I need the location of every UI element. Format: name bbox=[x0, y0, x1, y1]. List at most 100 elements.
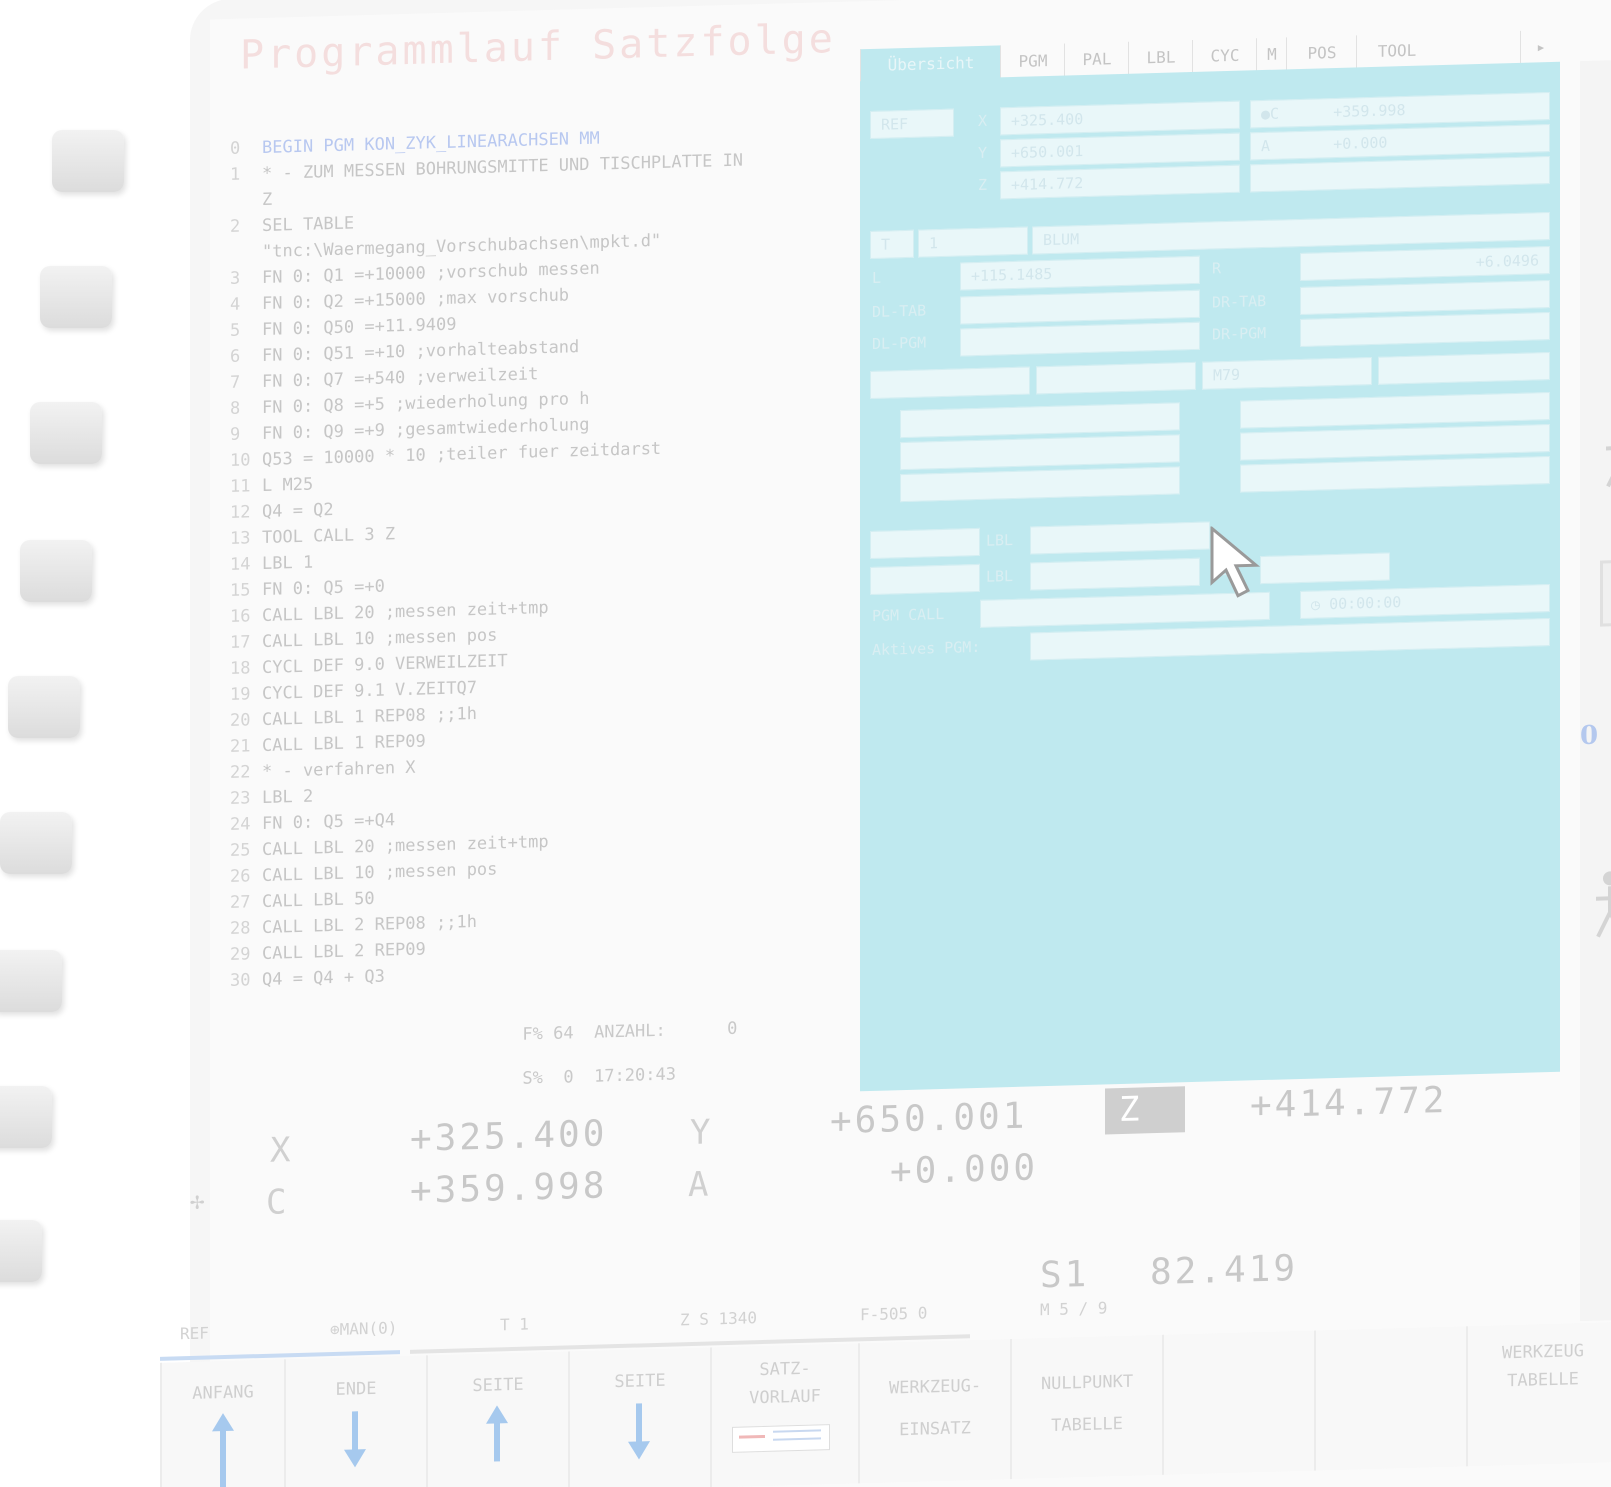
line-number: 21 bbox=[230, 736, 251, 757]
tab-lbl[interactable]: LBL bbox=[1128, 39, 1193, 76]
program-line[interactable]: 3 FN 0: Q1 =+10000 ;vorschub messen bbox=[230, 259, 600, 289]
program-line[interactable]: 7 FN 0: Q7 =+540 ;verweilzeit bbox=[230, 364, 538, 393]
line-number: 11 bbox=[230, 476, 251, 497]
softkey-satzvorlauf[interactable]: SATZ- VORLAUF bbox=[710, 1343, 858, 1487]
hardware-key-2[interactable] bbox=[40, 266, 112, 328]
program-line[interactable]: 12 Q4 = Q2 bbox=[230, 500, 334, 523]
softkey-anfang[interactable]: ANFANG bbox=[160, 1359, 284, 1487]
program-line[interactable]: 9 FN 0: Q9 =+9 ;gesamtwiederholung bbox=[230, 415, 590, 445]
tab-tool[interactable]: TOOL bbox=[1356, 33, 1437, 70]
pos-x-value: +325.400 bbox=[410, 1113, 608, 1160]
hardware-key-8[interactable] bbox=[0, 1086, 52, 1148]
active-pgm-value bbox=[1030, 618, 1550, 661]
program-line[interactable]: 5 FN 0: Q50 =+11.9409 bbox=[230, 315, 456, 341]
line-text: L M25 bbox=[262, 474, 314, 496]
tab-m[interactable]: M bbox=[1256, 37, 1287, 73]
tab-pgm[interactable]: PGM bbox=[1000, 43, 1065, 80]
softkey-werkzeug-einsatz[interactable]: WERKZEUG- EINSATZ bbox=[858, 1339, 1010, 1484]
line-number: 30 bbox=[230, 970, 251, 991]
line-text: BEGIN PGM KON_ZYK_LINEARACHSEN MM bbox=[262, 128, 600, 158]
status-man: ⊕MAN(0) bbox=[330, 1318, 398, 1340]
override-field-4 bbox=[1240, 392, 1550, 429]
softkey-seite-up[interactable]: SEITE bbox=[426, 1351, 568, 1487]
program-line[interactable]: 0 BEGIN PGM KON_ZYK_LINEARACHSEN MM bbox=[230, 129, 600, 159]
hardware-key-1[interactable] bbox=[52, 130, 124, 192]
program-line[interactable]: 22 * - verfahren X bbox=[230, 758, 416, 783]
program-line[interactable]: 21 CALL LBL 1 REP09 bbox=[230, 731, 426, 756]
program-line[interactable]: 24 FN 0: Q5 =+Q4 bbox=[230, 810, 395, 835]
line-text: Q4 = Q2 bbox=[262, 499, 334, 522]
line-number: 3 bbox=[230, 268, 241, 289]
override-field-5 bbox=[1240, 424, 1550, 461]
tab-scroll-right-icon[interactable]: ▸ bbox=[1520, 29, 1561, 65]
line-text: CALL LBL 10 ;messen pos bbox=[262, 859, 498, 886]
softkey-empty-2[interactable] bbox=[1314, 1326, 1466, 1471]
softkey-empty-1[interactable] bbox=[1162, 1330, 1314, 1475]
hardware-key-5[interactable] bbox=[8, 676, 80, 738]
line-number: 9 bbox=[230, 424, 241, 445]
softkey-ende[interactable]: ENDE bbox=[284, 1355, 426, 1487]
program-line[interactable]: 27 CALL LBL 50 bbox=[230, 889, 375, 913]
program-line[interactable]: Z bbox=[230, 190, 272, 211]
lbl-blank-1 bbox=[870, 527, 980, 560]
tab-pos[interactable]: POS bbox=[1286, 35, 1357, 72]
program-line[interactable]: 10 Q53 = 10000 * 10 ;teiler fuer zeitdars… bbox=[230, 439, 661, 471]
tool-t-label: T bbox=[870, 229, 914, 260]
dl-pgm-value bbox=[960, 321, 1200, 357]
machine-pictogram-icon[interactable] bbox=[1600, 558, 1611, 627]
program-line[interactable]: 17 CALL LBL 10 ;messen pos bbox=[230, 625, 497, 652]
softkey-nullpunkt-tabelle[interactable]: NULLPUNKT TABELLE bbox=[1010, 1334, 1162, 1480]
tab-pal[interactable]: PAL bbox=[1064, 41, 1129, 78]
program-line[interactable]: 28 CALL LBL 2 REP08 ;;1h bbox=[230, 912, 477, 939]
program-line[interactable]: 26 CALL LBL 10 ;messen pos bbox=[230, 859, 497, 886]
operator-figure-icon-3[interactable] bbox=[1590, 870, 1611, 941]
line-text: CALL LBL 2 REP08 ;;1h bbox=[262, 911, 477, 938]
program-line[interactable]: 15 FN 0: Q5 =+0 bbox=[230, 577, 385, 601]
program-line[interactable]: 11 L M25 bbox=[230, 475, 313, 497]
program-line[interactable]: 4 FN 0: Q2 =+15000 ;max vorschub bbox=[230, 285, 569, 314]
softkey-seite-down[interactable]: SEITE bbox=[568, 1347, 710, 1487]
spindle-override-value: 0 bbox=[563, 1067, 574, 1088]
operator-figure-icon-2[interactable] bbox=[1600, 419, 1611, 490]
program-line[interactable]: 18 CYCL DEF 9.0 VERWEILZEIT bbox=[230, 651, 508, 679]
hardware-key-9[interactable] bbox=[0, 1220, 42, 1282]
program-line[interactable]: 16 CALL LBL 20 ;messen zeit+tmp bbox=[230, 598, 549, 627]
program-line[interactable]: 14 LBL 1 bbox=[230, 553, 313, 575]
program-line[interactable]: 29 CALL LBL 2 REP09 bbox=[230, 939, 426, 964]
line-text: CALL LBL 10 ;messen pos bbox=[262, 625, 498, 652]
dr-tab-value bbox=[1300, 280, 1550, 315]
program-line[interactable]: 13 TOOL CALL 3 Z bbox=[230, 524, 395, 549]
hardware-key-6[interactable] bbox=[0, 812, 72, 874]
hardware-key-3[interactable] bbox=[30, 402, 102, 464]
spindle-value: 82.419 bbox=[1150, 1248, 1299, 1294]
tab-cyc[interactable]: CYC bbox=[1192, 38, 1257, 75]
line-number: 0 bbox=[230, 138, 241, 159]
hardware-key-4[interactable] bbox=[20, 540, 92, 602]
program-line[interactable]: 25 CALL LBL 20 ;messen zeit+tmp bbox=[230, 832, 549, 861]
line-text: CALL LBL 20 ;messen zeit+tmp bbox=[262, 831, 549, 860]
program-line[interactable]: 20 CALL LBL 1 REP08 ;;1h bbox=[230, 704, 477, 731]
program-line[interactable]: 8 FN 0: Q8 =+5 ;wiederholung pro h bbox=[230, 389, 590, 419]
program-line[interactable]: 30 Q4 = Q4 + Q3 bbox=[230, 967, 385, 991]
program-line[interactable]: 2 SEL TABLE bbox=[230, 213, 354, 236]
x-value: +325.400 bbox=[1000, 100, 1240, 136]
dl-tab-value bbox=[960, 289, 1200, 325]
window-title: Programmlauf Satzfolge bbox=[240, 15, 836, 79]
status-m: M 5 / 9 bbox=[1040, 1298, 1108, 1320]
page-down-icon bbox=[628, 1441, 650, 1460]
x-label: X bbox=[978, 111, 988, 130]
line-text: CALL LBL 2 REP09 bbox=[262, 939, 426, 964]
program-line[interactable]: 23 LBL 2 bbox=[230, 787, 313, 809]
line-number: 20 bbox=[230, 710, 251, 731]
line-number: 14 bbox=[230, 554, 251, 575]
status-feed: F-505 0 bbox=[860, 1303, 928, 1325]
monitor-frame: Programmlauf Satzfolge Übersicht PGM PAL… bbox=[160, 0, 1611, 1487]
line-text: LBL 1 bbox=[262, 552, 314, 574]
line-text: "tnc:\Waermegang_Vorschubachsen\mpkt.d" bbox=[262, 230, 662, 262]
softkey-werkzeug-tabelle[interactable]: WERKZEUG TABELLE bbox=[1466, 1322, 1611, 1467]
line-text: FN 0: Q9 =+9 ;gesamtwiederholung bbox=[262, 414, 590, 444]
line-text: FN 0: Q50 =+11.9409 bbox=[262, 314, 457, 340]
hardware-key-7[interactable] bbox=[0, 950, 62, 1012]
program-line[interactable]: 19 CYCL DEF 9.1 V.ZEITQ7 bbox=[230, 678, 477, 705]
program-line[interactable]: 6 FN 0: Q51 =+10 ;vorhalteabstand bbox=[230, 337, 579, 367]
